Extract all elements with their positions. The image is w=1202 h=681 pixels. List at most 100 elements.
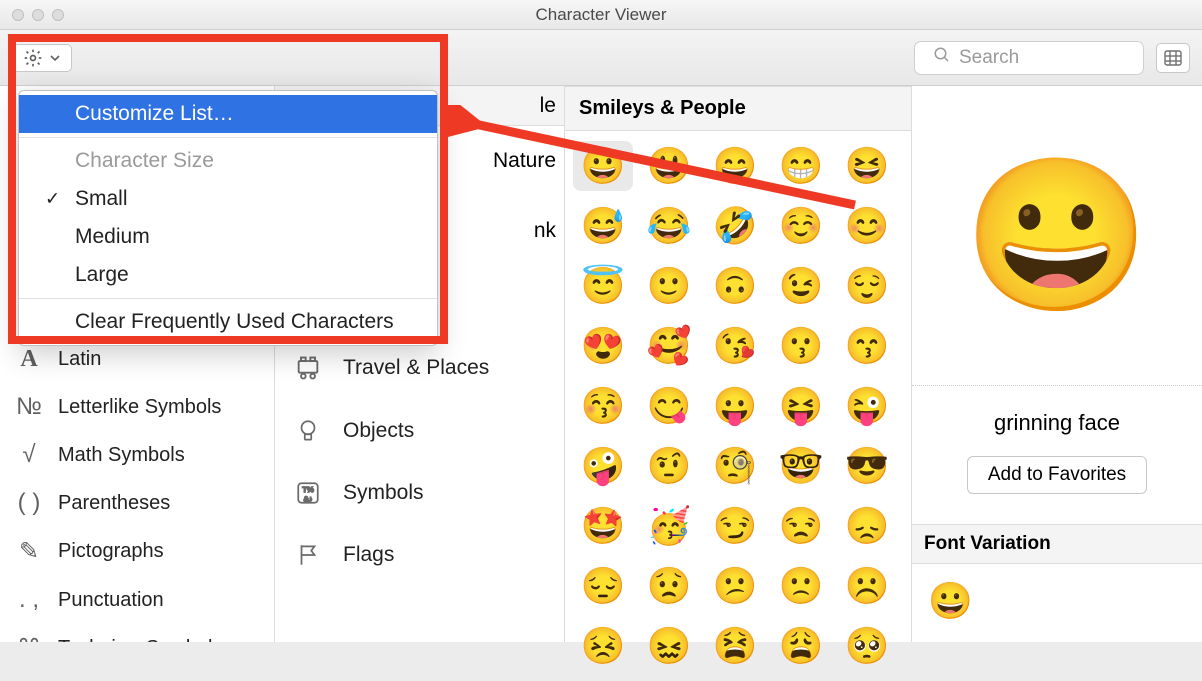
- sidebar-item-technical[interactable]: ⌘Technic…Symbols: [0, 624, 274, 642]
- emoji-cell[interactable]: 😘: [705, 321, 765, 371]
- menu-separator: [19, 298, 437, 299]
- emoji-cell[interactable]: 😄: [705, 141, 765, 191]
- letterlike-icon: №: [14, 393, 44, 421]
- parentheses-icon: ( ): [14, 489, 44, 517]
- window-title: Character Viewer: [0, 5, 1202, 25]
- gear-icon: [23, 48, 43, 68]
- sidebar-item-objects[interactable]: Objects: [275, 400, 564, 462]
- emoji-cell[interactable]: 😚: [573, 381, 633, 431]
- emoji-cell[interactable]: 😜: [837, 381, 897, 431]
- close-window[interactable]: [12, 9, 24, 21]
- flag-icon: [293, 542, 323, 568]
- emoji-cell[interactable]: 😒: [771, 501, 831, 551]
- sidebar-item-parentheses[interactable]: ( )Parentheses: [0, 479, 274, 527]
- travel-icon: [293, 354, 323, 382]
- emoji-cell[interactable]: 😗: [771, 321, 831, 371]
- emoji-cell[interactable]: 😉: [771, 261, 831, 311]
- menu-size-small[interactable]: ✓ Small: [19, 180, 437, 218]
- pictographs-icon: ✎: [14, 537, 44, 566]
- emoji-grid: 😀😃😄😁😆 😅😂🤣☺️😊 😇🙂🙃😉😌 😍🥰😘😗😙 😚😋😛😝😜 🤪🤨🧐🤓😎 🤩🥳😏😒😞 😔😟😕🙁…: [565, 131, 911, 681]
- svg-text:T%: T%: [302, 485, 314, 494]
- emoji-cell[interactable]: 😕: [705, 561, 765, 611]
- search-icon: [933, 46, 951, 70]
- sidebar-item-symbols[interactable]: T%&♪ Symbols: [275, 462, 564, 524]
- sidebar-item-flags[interactable]: Flags: [275, 524, 564, 586]
- emoji-cell[interactable]: 🤓: [771, 441, 831, 491]
- character-name: grinning face: [912, 386, 1202, 446]
- emoji-cell[interactable]: 😃: [639, 141, 699, 191]
- sidebar-item-pictographs[interactable]: ✎Pictographs: [0, 527, 274, 576]
- sidebar-item-letterlike[interactable]: №Letterlike Symbols: [0, 383, 274, 431]
- emoji-cell[interactable]: 😊: [837, 201, 897, 251]
- detail-panel: 😀 grinning face Add to Favorites Font Va…: [912, 86, 1202, 642]
- emoji-cell[interactable]: ☺️: [771, 201, 831, 251]
- compact-view-toggle[interactable]: [1156, 43, 1190, 73]
- peek-text: nk: [516, 219, 556, 243]
- emoji-cell[interactable]: 😫: [705, 621, 765, 671]
- toolbar: Search: [0, 30, 1202, 86]
- svg-text:&♪: &♪: [304, 495, 313, 504]
- emoji-cell[interactable]: 🤩: [573, 501, 633, 551]
- emoji-cell[interactable]: 😟: [639, 561, 699, 611]
- emoji-cell[interactable]: ☹️: [837, 561, 897, 611]
- emoji-cell[interactable]: 😆: [837, 141, 897, 191]
- emoji-cell[interactable]: 🤪: [573, 441, 633, 491]
- checkmark-icon: ✓: [45, 189, 60, 210]
- emoji-cell[interactable]: 😀: [573, 141, 633, 191]
- emoji-cell[interactable]: 🤨: [639, 441, 699, 491]
- preview-area: 😀: [912, 86, 1202, 386]
- menu-size-medium[interactable]: Medium: [19, 218, 437, 256]
- emoji-cell[interactable]: 😛: [705, 381, 765, 431]
- emoji-cell[interactable]: 🙂: [639, 261, 699, 311]
- emoji-cell[interactable]: 😝: [771, 381, 831, 431]
- emoji-cell[interactable]: 😎: [837, 441, 897, 491]
- symbols-icon: T%&♪: [293, 480, 323, 506]
- peek-text: le: [522, 94, 556, 118]
- emoji-cell[interactable]: 😇: [573, 261, 633, 311]
- menu-separator: [19, 137, 437, 138]
- traffic-lights: [0, 9, 64, 21]
- font-variation-header: Font Variation: [912, 524, 1202, 564]
- zoom-window[interactable]: [52, 9, 64, 21]
- emoji-cell[interactable]: 😖: [639, 621, 699, 671]
- menu-size-large[interactable]: Large: [19, 256, 437, 294]
- menu-customize-list[interactable]: Customize List…: [19, 95, 437, 133]
- peek-text: Nature: [475, 149, 556, 173]
- emoji-cell[interactable]: 🙃: [705, 261, 765, 311]
- emoji-cell[interactable]: 😍: [573, 321, 633, 371]
- emoji-cell[interactable]: 😩: [771, 621, 831, 671]
- emoji-cell[interactable]: 🧐: [705, 441, 765, 491]
- emoji-cell[interactable]: 😙: [837, 321, 897, 371]
- search-placeholder: Search: [959, 47, 1019, 69]
- emoji-cell[interactable]: 🤣: [705, 201, 765, 251]
- latin-icon: A: [14, 346, 44, 373]
- emoji-cell[interactable]: 😋: [639, 381, 699, 431]
- sidebar-item-math[interactable]: √Math Symbols: [0, 431, 274, 479]
- font-variation-glyph[interactable]: 😀: [912, 564, 1202, 638]
- emoji-cell[interactable]: 🙁: [771, 561, 831, 611]
- gear-menu-button[interactable]: [12, 44, 72, 72]
- emoji-cell[interactable]: 🥰: [639, 321, 699, 371]
- sidebar-item-punctuation[interactable]: . ,Punctuation: [0, 576, 274, 624]
- preview-glyph: 😀: [964, 148, 1151, 324]
- bulb-icon: [293, 418, 323, 444]
- gear-dropdown-menu: Customize List… Character Size ✓ Small M…: [18, 90, 438, 346]
- menu-clear-frequent[interactable]: Clear Frequently Used Characters: [19, 303, 437, 341]
- minimize-window[interactable]: [32, 9, 44, 21]
- emoji-cell[interactable]: 😞: [837, 501, 897, 551]
- emoji-cell[interactable]: 😁: [771, 141, 831, 191]
- emoji-cell[interactable]: 😣: [573, 621, 633, 671]
- search-field[interactable]: Search: [914, 41, 1144, 75]
- add-to-favorites-button[interactable]: Add to Favorites: [967, 456, 1147, 494]
- menu-size-label: Character Size: [19, 142, 437, 180]
- math-icon: √: [14, 441, 44, 469]
- chevron-down-icon: [49, 52, 61, 64]
- emoji-cell[interactable]: 😂: [639, 201, 699, 251]
- emoji-cell[interactable]: 😏: [705, 501, 765, 551]
- titlebar: Character Viewer: [0, 0, 1202, 30]
- emoji-cell[interactable]: 🥺: [837, 621, 897, 671]
- emoji-cell[interactable]: 😔: [573, 561, 633, 611]
- emoji-cell[interactable]: 😌: [837, 261, 897, 311]
- emoji-cell[interactable]: 🥳: [639, 501, 699, 551]
- emoji-cell[interactable]: 😅: [573, 201, 633, 251]
